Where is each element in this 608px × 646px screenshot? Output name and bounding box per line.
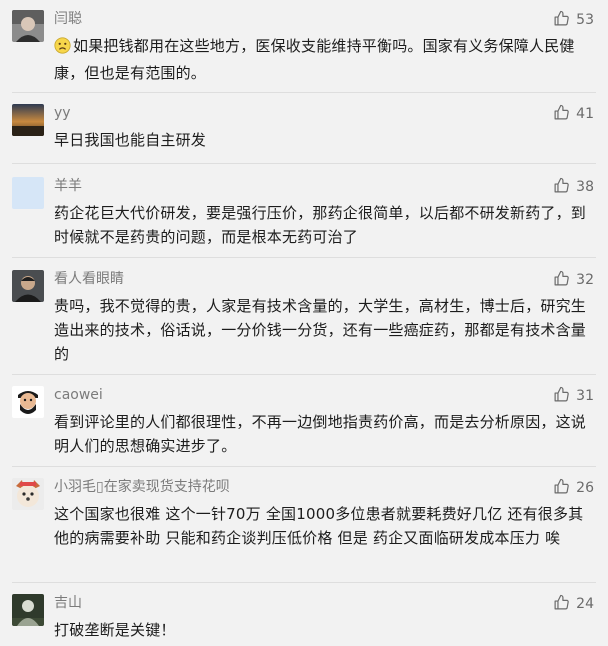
like-count: 26 [576,480,594,496]
avatar[interactable] [12,270,44,302]
like-button[interactable]: 26 [553,478,594,498]
comment-body: 如果把钱都用在这些地方，医保收支能维持平衡吗。国家有义务保障人民健康，但也是有范… [54,37,575,82]
like-count: 24 [576,596,594,612]
username[interactable]: caowei [54,386,103,404]
comment-text: 这个国家也很难 这个一针70万 全国1000多位患者就要耗费好几亿 还有很多其他… [54,505,584,547]
comment-text: 药企花巨大代价研发，要是强行压价，那药企很简单，以后都不研发新药了，到时候就不是… [54,204,587,246]
like-count: 41 [576,106,594,122]
comment-text: 贵吗，我不觉得的贵，人家是有技术含量的，大学生，高材生，博士后，研究生造出来的技… [54,297,587,363]
thumbs-up-icon [553,10,570,31]
divider [12,582,596,583]
thumbs-up-icon [553,594,570,615]
username[interactable]: 吉山 [54,594,82,612]
like-count: 38 [576,179,594,195]
like-count: 31 [576,388,594,404]
comment-text: 早日我国也能自主研发 [54,131,207,149]
like-button[interactable]: 31 [553,386,594,406]
avatar[interactable] [12,386,44,418]
divider [12,374,596,375]
avatar[interactable] [12,10,44,42]
divider [12,92,596,93]
username[interactable]: 小羽毛▯在家卖现货支持花呗 [54,478,230,496]
username[interactable]: 看人看眼睛 [54,270,124,288]
comment-text: 如果把钱都用在这些地方，医保收支能维持平衡吗。国家有义务保障人民健康，但也是有范… [54,34,594,85]
sad-face-icon [54,37,71,61]
avatar[interactable] [12,594,44,626]
divider [12,466,596,467]
username[interactable]: 闫聪 [54,10,82,28]
avatar[interactable] [12,104,44,136]
comment-text: 看到评论里的人们都很理性，不再一边倒地指责药价高，而是去分析原因，这说明人们的思… [54,413,587,455]
username[interactable]: 羊羊 [54,177,82,195]
thumbs-up-icon [553,386,570,407]
comment-text: 打破垄断是关键！ [54,621,176,639]
thumbs-up-icon [553,270,570,291]
comment-list: 闫聪 53 如果把钱都用在这些地方，医保收支能维持平衡吗。国家有义务保障人民健康… [0,0,608,646]
username[interactable]: yy [54,104,71,122]
thumbs-up-icon [553,104,570,125]
avatar[interactable] [12,478,44,510]
like-count: 53 [576,12,594,28]
divider [12,163,596,164]
like-button[interactable]: 41 [553,104,594,124]
thumbs-up-icon [553,478,570,499]
like-count: 32 [576,272,594,288]
like-button[interactable]: 38 [553,177,594,197]
like-button[interactable]: 24 [553,594,594,614]
like-button[interactable]: 32 [553,270,594,290]
thumbs-up-icon [553,177,570,198]
avatar[interactable] [12,177,44,209]
like-button[interactable]: 53 [553,10,594,30]
divider [12,257,596,258]
